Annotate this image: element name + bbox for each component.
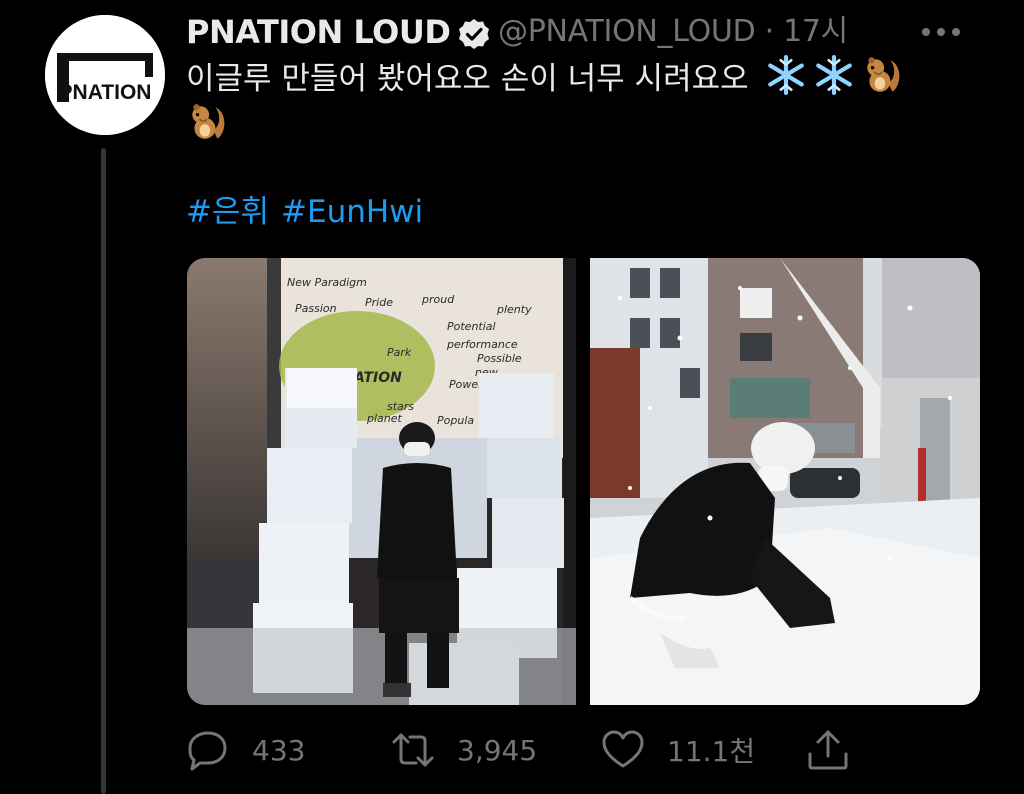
photo-igloo-indoor[interactable]: New Paradigm Passion Pride proud Potenti… xyxy=(187,258,576,705)
retweet-icon xyxy=(392,733,434,767)
share-button[interactable] xyxy=(806,722,850,778)
hashtags: #은휘 #EunHwi xyxy=(186,190,435,234)
whiteboard-word: Popula xyxy=(437,414,474,427)
more-options-icon[interactable] xyxy=(916,22,966,42)
whiteboard-word: Potential xyxy=(447,320,496,333)
chipmunk-emoji-icon xyxy=(866,57,899,92)
retweet-button[interactable]: 3,945 xyxy=(391,722,537,778)
chipmunk-emoji-icon xyxy=(192,104,225,139)
tweet-body: 이글루 만들어 봤어요오 손이 너무 시려요오 xyxy=(186,61,749,97)
tweet-text: 이글루 만들어 봤어요오 손이 너무 시려요오 xyxy=(186,54,966,148)
hashtag-link[interactable]: #은휘 xyxy=(186,194,269,230)
snowflake-emoji-icon xyxy=(767,55,804,95)
snowflake-emoji-icon xyxy=(815,55,852,95)
handle-and-time[interactable]: @PNATION_LOUD · 17시 xyxy=(498,10,848,54)
svg-text:PNATION: PNATION xyxy=(59,81,152,104)
whiteboard-word: proud xyxy=(421,293,455,306)
whiteboard-word: planet xyxy=(366,412,403,425)
whiteboard-word: Pride xyxy=(365,296,393,309)
like-button[interactable]: 11.1천 xyxy=(601,722,755,778)
reply-icon xyxy=(188,731,227,771)
whiteboard-word: Park xyxy=(387,346,412,359)
whiteboard-word: New Paradigm xyxy=(287,276,367,289)
whiteboard-word: plenty xyxy=(496,303,532,316)
whiteboard-word: Passion xyxy=(295,302,337,315)
heart-icon xyxy=(602,730,644,768)
tweet-header: PNATION LOUD @PNATION_LOUD · 17시 xyxy=(186,10,1004,54)
whiteboard-word: Power xyxy=(449,378,484,391)
media-grid: New Paradigm Passion Pride proud Potenti… xyxy=(187,258,980,705)
photo-snow-outdoor[interactable] xyxy=(590,258,980,705)
whiteboard-word: performance xyxy=(446,338,518,351)
display-name[interactable]: PNATION LOUD xyxy=(186,10,451,54)
thread-line xyxy=(101,148,106,794)
share-icon xyxy=(808,730,848,770)
verified-badge-icon xyxy=(459,19,489,49)
hashtag-link[interactable]: #EunHwi xyxy=(281,194,423,230)
whiteboard-word: Possible xyxy=(477,352,522,365)
avatar[interactable]: PNATION xyxy=(45,15,165,135)
like-count: 11.1천 xyxy=(667,735,756,768)
retweet-count: 3,945 xyxy=(457,733,538,767)
reply-button[interactable]: 433 xyxy=(186,722,305,778)
pnation-logo-icon: PNATION xyxy=(45,15,165,135)
tweet-actions: 433 3,945 11.1천 xyxy=(186,722,886,778)
reply-count: 433 xyxy=(252,733,306,767)
